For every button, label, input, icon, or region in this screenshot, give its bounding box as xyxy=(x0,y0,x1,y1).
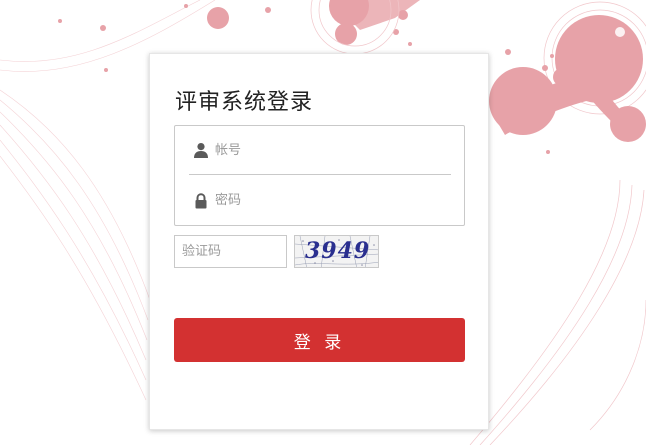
lock-icon xyxy=(195,192,207,208)
captcha-input[interactable] xyxy=(174,235,287,268)
password-row xyxy=(189,176,451,225)
username-input[interactable] xyxy=(215,135,451,165)
login-card: 评审系统登录 帐号 验证码 3949 登 录 xyxy=(149,53,489,430)
captcha-image[interactable]: 3949 xyxy=(294,235,379,268)
login-button[interactable]: 登 录 xyxy=(174,318,465,362)
user-icon xyxy=(194,143,208,158)
page-title: 评审系统登录 xyxy=(175,90,314,115)
login-page: 评审系统登录 帐号 验证码 3949 登 录 xyxy=(0,0,646,445)
captcha-code: 3949 xyxy=(305,238,371,264)
credentials-box xyxy=(174,125,465,226)
password-input[interactable] xyxy=(215,185,451,216)
username-row xyxy=(189,126,451,175)
